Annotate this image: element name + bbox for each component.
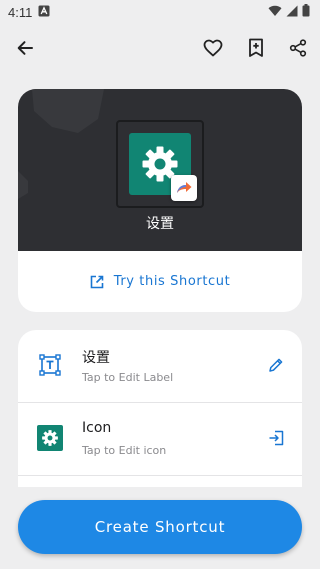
- share-button[interactable]: [282, 32, 314, 64]
- label-row-subtitle: Tap to Edit Label: [82, 371, 174, 384]
- status-bar: 4:11: [0, 0, 320, 24]
- app-bar: [0, 24, 320, 72]
- try-shortcut-button[interactable]: Try this Shortcut: [18, 251, 302, 312]
- gear-icon: [42, 430, 58, 446]
- create-shortcut-button[interactable]: Create Shortcut: [18, 500, 302, 554]
- pencil-icon: [269, 358, 283, 372]
- edit-label-row[interactable]: 设置 Tap to Edit Label: [18, 330, 302, 402]
- edit-icon-button[interactable]: [264, 426, 288, 450]
- row-divider: [18, 475, 302, 476]
- login-arrow-icon: [269, 430, 284, 446]
- a-box-icon: [38, 5, 50, 20]
- arrow-back-icon: [17, 41, 33, 55]
- bookmark-button[interactable]: [240, 32, 272, 64]
- text-box-icon: [39, 354, 61, 376]
- signal-icon: [286, 5, 298, 20]
- share-icon: [289, 39, 307, 57]
- favorite-button[interactable]: [197, 32, 229, 64]
- edit-icon-row[interactable]: Icon Tap to Edit icon: [18, 403, 302, 475]
- back-button[interactable]: [9, 32, 41, 64]
- heart-outline-icon: [203, 39, 223, 57]
- icon-row-subtitle: Tap to Edit icon: [82, 444, 167, 457]
- icon-row-title: Icon: [82, 420, 112, 436]
- bookmark-add-icon: [249, 38, 263, 57]
- shortcut-arrow-icon: [177, 182, 192, 193]
- status-left: 4:11: [8, 5, 50, 20]
- status-time: 4:11: [8, 4, 33, 20]
- shortcut-badge: [171, 175, 197, 201]
- label-row-icon: [37, 352, 63, 378]
- preview-app-label: 设置: [146, 216, 174, 232]
- edit-label-button[interactable]: [264, 353, 288, 377]
- status-right: [268, 4, 310, 20]
- open-in-new-icon: [90, 275, 103, 288]
- icon-row-icon: [37, 425, 63, 451]
- label-row-title: 设置: [82, 350, 110, 366]
- battery-icon: [302, 4, 310, 20]
- wifi-icon: [268, 5, 282, 20]
- screen: 4:11 设置 Try this Shortcut 设置 Tap to Edit…: [0, 0, 320, 569]
- shortcut-preview-card: 设置 Try this Shortcut: [18, 89, 302, 312]
- preview-background: 设置: [18, 89, 302, 251]
- try-shortcut-label: Try this Shortcut: [113, 274, 231, 289]
